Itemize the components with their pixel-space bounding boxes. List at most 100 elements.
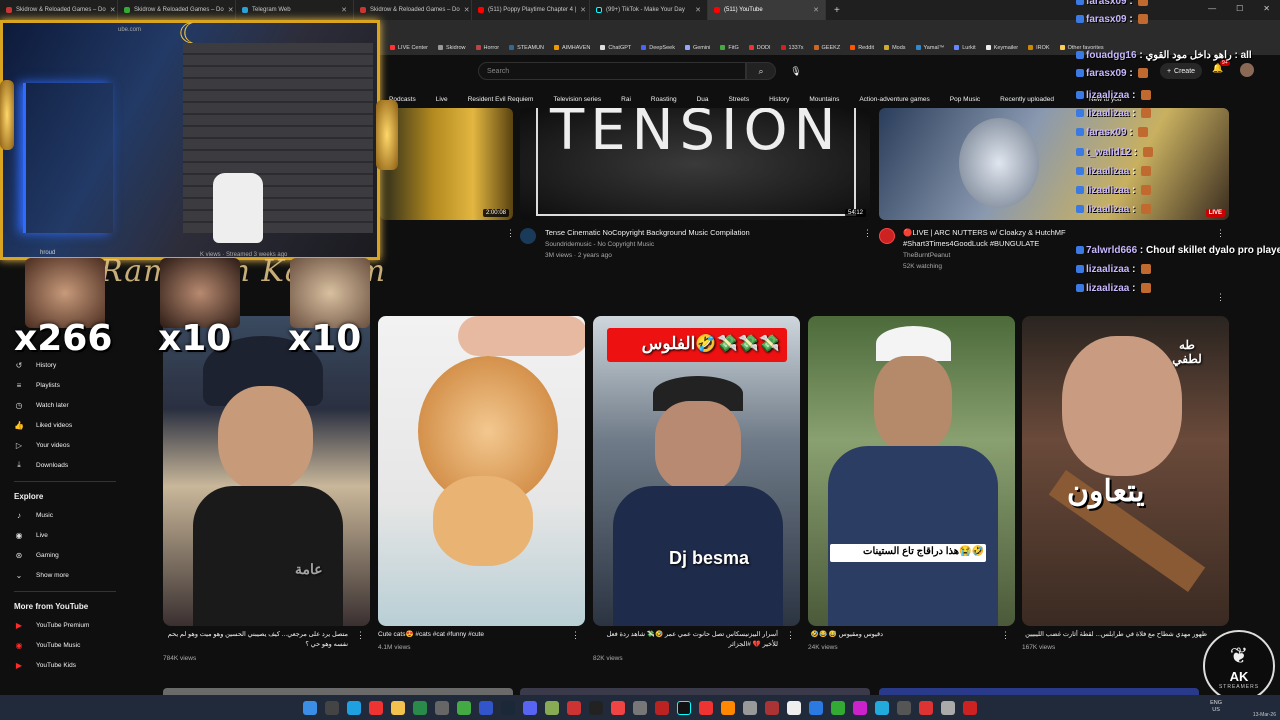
short-title[interactable]: أسرار البيزنيسكاس تصل حانوت عمي عمر 🤣💸 ش… [593,630,778,650]
more-options-icon[interactable]: ⋮ [786,630,795,641]
edge-icon[interactable] [347,700,361,715]
chip[interactable]: Pop Music [946,93,984,106]
short-thumbnail[interactable]: عامة [163,316,370,626]
video-thumbnail[interactable]: LIVE [879,108,1229,220]
bookmark-item[interactable]: IROK [1028,45,1050,51]
chip[interactable]: Television series [549,93,605,106]
video-thumbnail-peek[interactable] [163,688,513,695]
sidebar-item-gaming[interactable]: ⊛ Gaming [0,545,130,565]
more-options-icon[interactable]: ⋮ [571,630,580,641]
browser-tab[interactable]: (511) Poppy Playtime Chapter 4 | ✕ [472,0,590,20]
video-title[interactable]: 🔴LIVE | ARC NUTTERS w/ Cloakzy & HutchMF [903,228,1073,238]
short-thumbnail[interactable]: الفلوس🤣💸💸💸 Dj besma [593,316,800,626]
chip[interactable]: Streets [725,93,754,106]
close-icon[interactable]: ✕ [228,6,234,14]
app-icon[interactable] [875,700,889,715]
video-title-line2[interactable]: #Shart3Times4GoodLuck #BUNGULATE [903,239,1073,249]
new-tab-icon[interactable]: + [826,5,848,16]
short-thumbnail[interactable] [378,316,585,626]
close-icon[interactable]: ✕ [813,6,819,14]
browser-tab[interactable]: Skidrow & Reloaded Games – Do ✕ [0,0,118,20]
chip[interactable]: Resident Evil Requiem [464,93,538,106]
steam-icon[interactable] [501,700,515,715]
search-button[interactable]: ⌕ [746,62,776,80]
close-icon[interactable]: ✕ [464,6,470,14]
close-icon[interactable]: ✕ [110,6,116,14]
video-thumbnail-peek[interactable] [520,688,870,695]
browser-tab[interactable]: Skidrow & Reloaded Games – Do ✕ [118,0,236,20]
bookmark-item[interactable]: ChatGPT [600,45,631,51]
app-icon[interactable] [435,700,449,715]
app-icon[interactable] [721,700,735,715]
bookmark-item[interactable]: Lurkit [954,45,976,51]
more-options-icon[interactable]: ⋮ [356,630,365,641]
app-icon[interactable] [963,700,977,715]
browser-tab-active[interactable]: (511) YouTube ✕ [708,0,826,20]
app-icon[interactable] [611,700,625,715]
bookmark-item[interactable]: LIVE Center [390,45,428,51]
short-thumbnail[interactable]: هذا دراقاج تاع الستينات😭🤣 [808,316,1015,626]
start-icon[interactable] [303,700,317,715]
close-icon[interactable]: ✕ [695,6,701,14]
tiktok-icon[interactable] [677,700,691,715]
sidebar-item-liked-videos[interactable]: 👍 Liked videos [0,415,130,435]
sidebar-item-live[interactable]: ◉ Live [0,525,130,545]
more-options-icon[interactable]: ⋮ [1001,630,1010,641]
bookmark-item[interactable]: Yamal™ [915,45,944,51]
system-tray[interactable]: ENG US [1210,700,1222,714]
sidebar-item-youtube-kids[interactable]: ▶ YouTube Kids [0,655,130,675]
more-options-icon[interactable]: ⋮ [506,228,515,239]
browser-tab[interactable]: (99+) TikTok - Make Your Day ✕ [590,0,708,20]
chip[interactable]: Dua [693,93,713,106]
short-title[interactable]: Cute cats😍 #cats #cat #funny #cute [378,630,578,640]
mic-icon[interactable]: 🎙 [788,63,804,79]
channel-name[interactable]: TheBurntPeanut [903,251,950,261]
close-icon[interactable]: ✕ [341,6,347,14]
sidebar-item-your-videos[interactable]: ▷ Your videos [0,435,130,455]
bookmark-item[interactable]: DODI [748,45,771,51]
video-title[interactable]: Tense Cinematic NoCopyright Background M… [545,228,855,238]
video-thumbnail[interactable]: 2:00:08 [380,108,513,220]
bookmark-item[interactable]: FitG [720,45,739,51]
app-icon[interactable] [413,700,427,715]
bookmark-item[interactable]: 1337x [780,45,804,51]
create-button[interactable]: + Create [1160,63,1202,79]
app-icon[interactable] [809,700,823,715]
minimize-icon[interactable]: — [1208,4,1216,13]
bookmark-item[interactable]: STEAMUN [509,45,544,51]
video-thumbnail-peek[interactable] [879,688,1199,695]
brave-icon[interactable] [369,700,383,715]
app-icon[interactable] [457,700,471,715]
app-icon[interactable] [919,700,933,715]
app-icon[interactable] [831,700,845,715]
sidebar-item-youtube-music[interactable]: ◉ YouTube Music [0,635,130,655]
obs-icon[interactable] [589,700,603,715]
close-window-icon[interactable]: ✕ [1263,4,1270,13]
chip[interactable]: Recently uploaded [996,93,1058,106]
close-icon[interactable]: ✕ [580,6,586,14]
short-thumbnail[interactable]: طه لطفي يتعاون [1022,316,1229,626]
chip[interactable]: History [765,93,793,106]
sidebar-item-downloads[interactable]: ⤓ Downloads [0,455,130,475]
discord-icon[interactable] [523,700,537,715]
more-options-icon[interactable]: ⋮ [863,228,872,239]
app-icon[interactable] [853,700,867,715]
more-options-icon[interactable]: ⋮ [1216,292,1225,303]
browser-tab[interactable]: Telegram Web ✕ [236,0,354,20]
bookmark-item[interactable]: Horror [475,45,499,51]
short-title[interactable]: ظهور مهدي شطاح مع فلاة في طرابلس... لقطة… [1022,630,1207,640]
app-icon[interactable] [743,700,757,715]
chip[interactable]: Mountains [805,93,843,106]
channel-name[interactable]: Soundridemusic - No Copyright Music [545,240,654,250]
bookmark-item[interactable]: Mods [884,45,906,51]
sidebar-item-watch-later[interactable]: ◷ Watch later [0,395,130,415]
chip[interactable]: Rai [617,93,635,106]
app-icon[interactable] [479,700,493,715]
app-icon[interactable] [633,700,647,715]
short-title[interactable]: متصل يرد على مرجعي... كيف يصيبني الحسين … [163,630,348,650]
video-thumbnail[interactable]: TENSION 54:12 [520,108,870,220]
app-icon[interactable] [897,700,911,715]
avatar[interactable] [1240,63,1254,77]
maximize-icon[interactable]: ☐ [1236,4,1243,13]
chip[interactable]: Live [432,93,452,106]
